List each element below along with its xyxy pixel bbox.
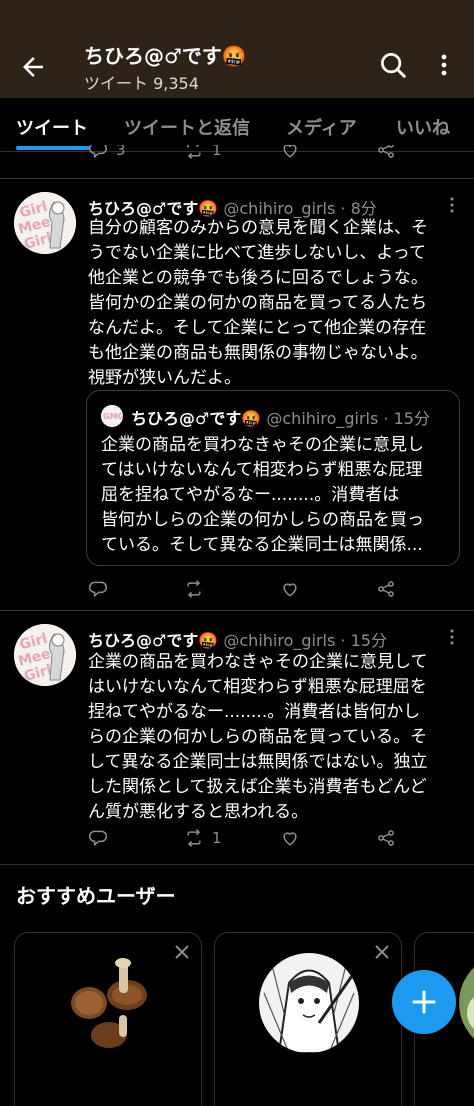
- tab-tweets-replies[interactable]: ツイートと返信: [124, 114, 250, 140]
- quote-text-line: 企業の商品を買わなきゃその企業に意見し: [101, 435, 424, 455]
- tweet-time: 15分: [350, 631, 387, 650]
- search-icon[interactable]: [378, 50, 408, 80]
- tweet-text-line: 視野が狭いんだよ。: [88, 368, 241, 388]
- more-vertical-icon[interactable]: [432, 50, 456, 80]
- close-icon[interactable]: [173, 943, 191, 961]
- retweet-icon: [187, 580, 201, 598]
- quote-text-line: 屈を捏ねてやがるなー........。消費者は: [101, 485, 400, 505]
- tweet-text-line: 自分の顧客のみからの意見を聞く企業は、そ: [88, 218, 428, 238]
- quoted-tweet[interactable]: GMG ちひろ@♂です🤬 @chihiro_girls · 15分 企業の商品を…: [86, 390, 460, 566]
- share-icon: [378, 145, 394, 158]
- reply-count: 3: [116, 145, 126, 159]
- reply-button[interactable]: [88, 578, 116, 600]
- meta-separator: ·: [340, 631, 346, 650]
- quote-text: 企業の商品を買わなきゃその企業に意見し てはいけないなんて相変わらず粗悪な屁理 …: [101, 433, 451, 558]
- tweet-text-line: 捏ねてやがるなー........。消費者は皆何かし: [88, 702, 421, 722]
- retweet-icon: [187, 145, 201, 159]
- user-avatar: [59, 953, 159, 1053]
- avatar[interactable]: Girl Meets Girl: [14, 192, 76, 254]
- divider: [0, 864, 474, 865]
- compose-plus-icon: [412, 990, 436, 1014]
- like-icon: [283, 583, 297, 597]
- more-vertical-icon[interactable]: [444, 628, 460, 646]
- share-button[interactable]: [376, 145, 396, 161]
- quote-avatar: GMG: [101, 405, 123, 427]
- tweet-header: ちひろ@♂です🤬 @chihiro_girls · 15分: [88, 627, 387, 651]
- quote-author-handle: @chihiro_girls: [266, 409, 379, 428]
- tweet-text-line: らの企業の何かしらの商品を買っている。そ: [88, 727, 428, 747]
- quote-text-line: てはいけないなんて相変わらず粗悪な屁理: [101, 460, 423, 480]
- like-button[interactable]: [280, 827, 300, 849]
- quote-header: ちひろ@♂です🤬 @chihiro_girls · 15分: [131, 405, 430, 429]
- tweet-text-line: なんだよ。そして企業にとって他企業の存在: [88, 318, 427, 338]
- tweet-text-line: 他企業との競争でも後ろに回るでしょうな。: [88, 268, 428, 288]
- avatar-image: Girl Meets Girl: [14, 192, 76, 254]
- close-icon[interactable]: [373, 943, 391, 961]
- retweet-icon: [187, 829, 201, 847]
- retweet-button[interactable]: 1: [184, 827, 222, 849]
- svg-text:GMG: GMG: [103, 412, 123, 421]
- tweet-text-line: して異なる企業同士は無関係ではない。独立: [88, 752, 428, 772]
- quote-text-line: 皆何かしらの企業の何かしらの商品を買っ: [101, 510, 424, 530]
- like-icon: [283, 145, 297, 158]
- retweet-button[interactable]: 1: [184, 145, 222, 161]
- reply-button[interactable]: 3: [88, 145, 126, 161]
- tweet-count: ツイート 9,354: [84, 74, 199, 93]
- prev-tweet-actions: 3 1: [0, 145, 474, 165]
- recommended-users-title: おすすめユーザー: [16, 884, 176, 908]
- divider: [0, 178, 474, 179]
- reply-button[interactable]: [88, 827, 116, 849]
- share-icon: [378, 830, 394, 846]
- retweet-count: 1: [212, 145, 222, 159]
- divider: [0, 610, 474, 611]
- user-avatar: [259, 953, 359, 1053]
- profile-name: ちひろ@♂です🤬: [84, 44, 247, 68]
- tweet-actions: 1: [0, 827, 474, 853]
- meta-separator: ·: [383, 409, 389, 428]
- compose-tweet-button[interactable]: [392, 970, 456, 1034]
- like-button[interactable]: [280, 578, 300, 600]
- user-avatar: [459, 953, 474, 1053]
- share-button[interactable]: [376, 578, 396, 600]
- author-handle: @chihiro_girls: [223, 631, 336, 650]
- tweet-text-line: ん質が悪化すると思われる。: [88, 802, 309, 822]
- tab-likes[interactable]: いいね: [396, 114, 450, 140]
- tweet-text-line: うでない企業に比べて進歩しないし、よって: [88, 243, 426, 263]
- more-vertical-icon[interactable]: [444, 196, 460, 214]
- tab-tweets[interactable]: ツイート: [16, 114, 88, 140]
- like-button[interactable]: [280, 145, 300, 161]
- tweet-text-line: した関係として扱えば企業も消費者もどんど: [88, 777, 427, 797]
- profile-tabs: ツイート ツイートと返信 メディア いいね: [0, 98, 474, 152]
- author-name[interactable]: ちひろ@♂です🤬: [88, 631, 218, 650]
- retweet-count: 1: [212, 829, 222, 847]
- tab-media[interactable]: メディア: [286, 114, 357, 140]
- reply-icon: [88, 830, 108, 847]
- back-arrow-icon[interactable]: [18, 52, 48, 82]
- tweet-text-line: 皆何かの企業の何かの商品を買ってる人たち: [88, 293, 428, 313]
- tweet-actions: [0, 578, 474, 604]
- quote-text-line: ている。そして異なる企業同士は無関係...: [101, 535, 423, 555]
- reply-icon: [88, 581, 108, 598]
- profile-header: ちひろ@♂です🤬 ツイート 9,354: [0, 0, 474, 98]
- tweet-text: 自分の顧客のみからの意見を聞く企業は、そ うでない企業に比べて進歩しないし、よっ…: [88, 216, 460, 391]
- share-icon: [378, 581, 394, 597]
- reply-icon: [88, 145, 108, 159]
- avatar-image: Girl Meets Girl: [14, 624, 76, 686]
- tweet-text-line: はいけないなんて相変わらず粗悪な屁理屈を: [88, 677, 427, 697]
- like-icon: [283, 832, 297, 846]
- quote-author-name: ちひろ@♂です🤬: [131, 409, 262, 428]
- tweet-text-line: 企業の商品を買わなきゃその企業に意見して: [88, 652, 428, 672]
- user-card[interactable]: [214, 932, 402, 1106]
- tweet-text: 企業の商品を買わなきゃその企業に意見して はいけないなんて相変わらず粗悪な屁理屈…: [88, 650, 460, 825]
- tweet-text-line: も他企業の商品も無関係の事物じゃないよ。: [88, 343, 428, 363]
- user-card[interactable]: [14, 932, 202, 1106]
- retweet-button[interactable]: [184, 578, 212, 600]
- avatar[interactable]: Girl Meets Girl: [14, 624, 76, 686]
- share-button[interactable]: [376, 827, 396, 849]
- quote-time: 15分: [393, 409, 430, 428]
